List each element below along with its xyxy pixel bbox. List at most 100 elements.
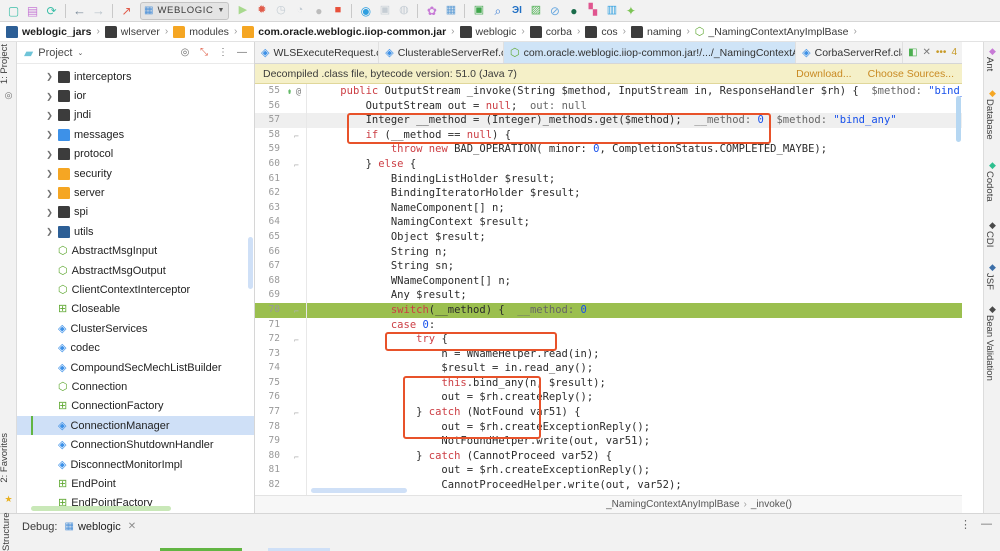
tab-overflow-dots-icon[interactable]: ••• bbox=[936, 47, 947, 58]
chevron-down-icon[interactable]: ⌄ bbox=[77, 49, 83, 57]
code-line-72[interactable]: 72⌐ try { bbox=[255, 332, 962, 347]
breadcrumb-item-cos[interactable]: cos bbox=[585, 26, 617, 38]
chevron-right-icon[interactable]: ❯ bbox=[45, 72, 54, 81]
more-options-icon[interactable]: ⋮ bbox=[216, 46, 230, 60]
build-icon[interactable]: ↗ bbox=[118, 2, 135, 19]
tree-item-connectionshutdownhandler[interactable]: ◈ConnectionShutdownHandler bbox=[17, 435, 254, 454]
fold-handle-icon[interactable]: ⌐ bbox=[294, 159, 301, 168]
gutter-marks[interactable] bbox=[285, 215, 307, 230]
code-line-71[interactable]: 71 case 0: bbox=[255, 318, 962, 333]
breadcrumb-item-corba[interactable]: corba bbox=[530, 26, 572, 38]
breadcrumb-item-class[interactable]: ⬡ _NamingContextAnyImplBase bbox=[695, 26, 849, 38]
chevron-right-icon[interactable]: ❯ bbox=[45, 130, 54, 139]
gutter-marks[interactable]: ⌐ bbox=[285, 303, 307, 318]
tree-item-clusterservices[interactable]: ◈ClusterServices bbox=[17, 319, 254, 338]
db-console-icon[interactable]: ▥ bbox=[603, 2, 620, 19]
profile-icon[interactable]: ◔ bbox=[291, 2, 308, 19]
editor-tab-wlsexecuterequest[interactable]: ◈ WLSExecuteRequest.class ✕ bbox=[255, 42, 379, 63]
code-line-56[interactable]: 56 OutputStream out = null; out: null bbox=[255, 99, 962, 114]
tree-item-utils[interactable]: ❯utils bbox=[17, 222, 254, 241]
save-all-icon[interactable]: ▤ bbox=[24, 2, 41, 19]
chevron-right-icon[interactable]: ❯ bbox=[45, 189, 54, 198]
gutter-marks[interactable] bbox=[285, 376, 307, 391]
debug-icon[interactable]: ✹ bbox=[253, 2, 270, 19]
project-scrollbar[interactable] bbox=[248, 237, 253, 289]
gutter-marks[interactable] bbox=[285, 259, 307, 274]
breadcrumb-method-label[interactable]: _invoke() bbox=[751, 499, 792, 510]
code-line-58[interactable]: 58⌐ if (__method == null) { bbox=[255, 128, 962, 143]
update-application-icon[interactable]: ◉ bbox=[357, 2, 374, 19]
gutter-marks[interactable] bbox=[285, 201, 307, 216]
gutter-marks[interactable] bbox=[285, 186, 307, 201]
breadcrumb-item-weblogic[interactable]: weblogic bbox=[460, 26, 517, 38]
gutter-marks[interactable] bbox=[285, 245, 307, 260]
code-line-66[interactable]: 66 String n; bbox=[255, 245, 962, 260]
tree-item-codec[interactable]: ◈codec bbox=[17, 338, 254, 357]
code-line-73[interactable]: 73 n = WNameHelper.read(in); bbox=[255, 347, 962, 362]
run-icon[interactable]: ▶ bbox=[234, 2, 251, 19]
gutter-marks[interactable]: ⌐ bbox=[285, 493, 307, 495]
gutter-marks[interactable] bbox=[285, 420, 307, 435]
code-line-80[interactable]: 80⌐ } catch (CannotProceed var52) { bbox=[255, 449, 962, 464]
editor-tab-clusterableserverref[interactable]: ◈ ClusterableServerRef.class ✕ bbox=[379, 42, 504, 63]
target-icon[interactable]: ◎ bbox=[178, 46, 192, 60]
tree-item-clientcontextinterceptor[interactable]: ⬡ClientContextInterceptor bbox=[17, 280, 254, 299]
redeploy-icon[interactable]: ◍ bbox=[395, 2, 412, 19]
tree-item-connectionmanager[interactable]: ◈ConnectionManager bbox=[17, 416, 254, 435]
gutter-marks[interactable] bbox=[285, 478, 307, 493]
tree-item-messages[interactable]: ❯messages bbox=[17, 125, 254, 144]
gutter-marks[interactable]: ⌐ bbox=[285, 449, 307, 464]
gutter-marks[interactable] bbox=[285, 434, 307, 449]
open-project-icon[interactable]: ▢ bbox=[5, 2, 22, 19]
tree-item-abstractmsgoutput[interactable]: ⬡AbstractMsgOutput bbox=[17, 261, 254, 280]
terminal-icon[interactable]: ▣ bbox=[470, 2, 487, 19]
gutter-marks[interactable] bbox=[285, 230, 307, 245]
gutter-marks[interactable] bbox=[285, 390, 307, 405]
debug-session-tab[interactable]: ▦ weblogic ✕ bbox=[64, 521, 136, 533]
settings-icon[interactable]: ✿ bbox=[423, 2, 440, 19]
run-method-icon[interactable]: ⇞ bbox=[287, 85, 292, 100]
tree-item-ior[interactable]: ❯ior bbox=[17, 86, 254, 105]
dark-circle-icon[interactable]: ● bbox=[565, 2, 582, 19]
close-all-icon[interactable]: ✕ bbox=[923, 47, 931, 58]
code-viewport[interactable]: 55⇞@ public OutputStream _invoke(String … bbox=[255, 84, 962, 495]
right-rail-item-codota[interactable]: ◆Codota bbox=[984, 160, 1000, 202]
chevron-right-icon[interactable]: ❯ bbox=[45, 111, 54, 120]
tree-item-connectionfactory[interactable]: ⊞ConnectionFactory bbox=[17, 397, 254, 416]
choose-sources-link[interactable]: Choose Sources... bbox=[868, 68, 954, 80]
code-line-79[interactable]: 79 NotFoundHelper.write(out, var51); bbox=[255, 434, 962, 449]
chart-icon[interactable]: ▚ bbox=[584, 2, 601, 19]
code-line-62[interactable]: 62 BindingIteratorHolder $result; bbox=[255, 186, 962, 201]
breadcrumb-item-weblogic_jars[interactable]: weblogic_jars bbox=[6, 26, 91, 38]
gutter-marks[interactable] bbox=[285, 113, 307, 128]
gutter-marks[interactable] bbox=[285, 318, 307, 333]
tree-item-disconnectmonitorimpl[interactable]: ◈DisconnectMonitorImpl bbox=[17, 455, 254, 474]
hide-icon[interactable]: — bbox=[235, 46, 249, 60]
right-rail-item-ant[interactable]: ◆Ant bbox=[984, 46, 1000, 71]
gutter-marks[interactable] bbox=[285, 172, 307, 187]
code-line-69[interactable]: 69 Any $result; bbox=[255, 288, 962, 303]
project-tree[interactable]: ❯interceptors❯ior❯jndi❯messages❯protocol… bbox=[17, 64, 254, 513]
code-line-74[interactable]: 74 $result = in.read_any(); bbox=[255, 361, 962, 376]
editor-tab-namingcontextanyimplbase[interactable]: ⬡ com.oracle.weblogic.iiop-common.jar!/.… bbox=[504, 42, 796, 63]
chevron-right-icon[interactable]: ❯ bbox=[45, 208, 54, 217]
right-rail-item-database[interactable]: ◆Database bbox=[984, 88, 1000, 140]
code-line-67[interactable]: 67 String sn; bbox=[255, 259, 962, 274]
code-line-77[interactable]: 77⌐ } catch (NotFound var51) { bbox=[255, 405, 962, 420]
run-with-coverage-icon[interactable]: ◷ bbox=[272, 2, 289, 19]
back-icon[interactable]: ← bbox=[71, 2, 88, 19]
tree-item-server[interactable]: ❯server bbox=[17, 183, 254, 202]
editor-tab-corbaserverref[interactable]: ◈ CorbaServerRef.class ✕ bbox=[796, 42, 903, 63]
tab-overflow-count[interactable]: 4 bbox=[951, 47, 957, 58]
attach-process-icon[interactable]: ● bbox=[310, 2, 327, 19]
chevron-right-icon[interactable]: ❯ bbox=[45, 92, 54, 101]
code-line-63[interactable]: 63 NameComponent[] n; bbox=[255, 201, 962, 216]
chevron-right-icon[interactable]: ❯ bbox=[45, 169, 54, 178]
tree-item-abstractmsginput[interactable]: ⬡AbstractMsgInput bbox=[17, 242, 254, 261]
fold-handle-icon[interactable]: ⌐ bbox=[294, 305, 301, 314]
breadcrumb-item-modules[interactable]: modules bbox=[173, 26, 229, 38]
gutter-marks[interactable]: ⌐ bbox=[285, 157, 307, 172]
gutter-marks[interactable]: ⇞@ bbox=[285, 84, 307, 99]
editor-vscrollbar[interactable] bbox=[956, 96, 961, 142]
code-line-61[interactable]: 61 BindingListHolder $result; bbox=[255, 172, 962, 187]
